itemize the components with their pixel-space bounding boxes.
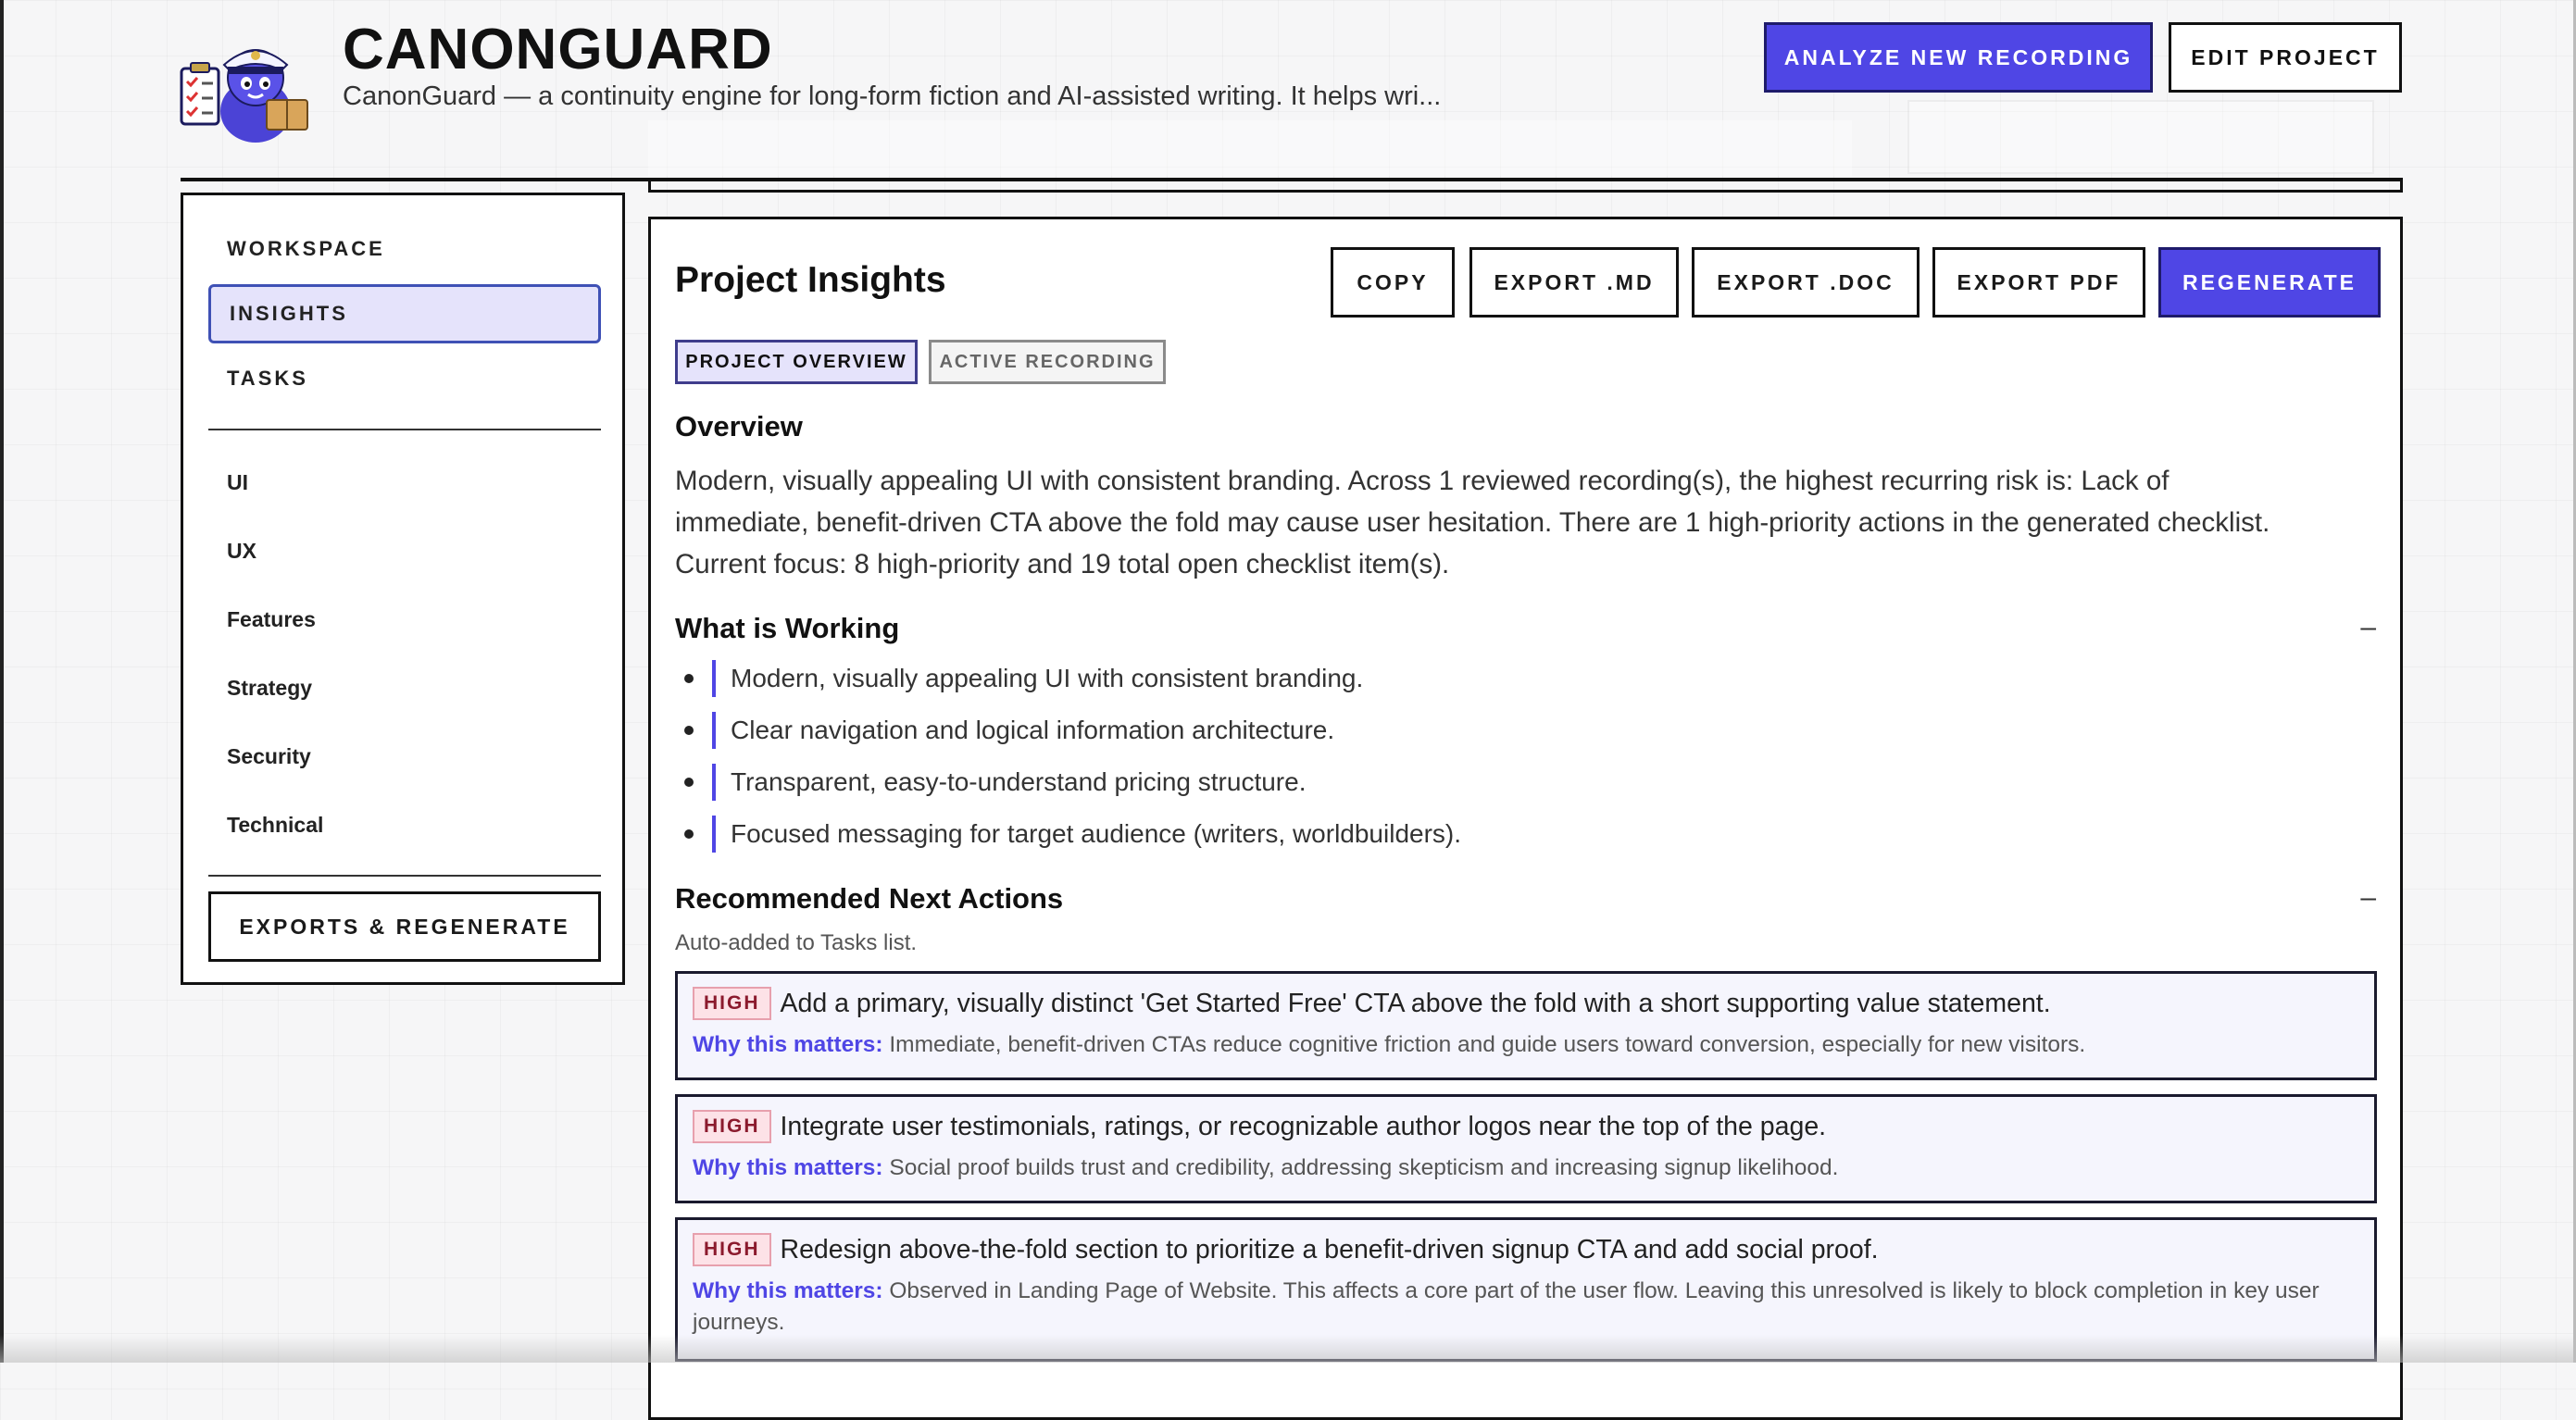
sidebar-item-ux[interactable]: UX [208,521,601,580]
bullet-icon [684,674,694,683]
list-item: Transparent, easy-to-understand pricing … [675,756,1461,808]
bottom-shadow [0,1335,2576,1363]
accent-bar [712,660,716,697]
analyze-new-recording-button[interactable]: ANALYZE NEW RECORDING [1764,22,2153,93]
action-card: HIGH Integrate user testimonials, ratings… [675,1094,2377,1203]
auto-added-note: Auto-added to Tasks list. [675,930,918,955]
list-item: Focused messaging for target audience (w… [675,808,1461,860]
list-item: Modern, visually appealing UI with consi… [675,653,1461,704]
background-search-field [648,120,1852,176]
accent-bar [712,816,716,853]
export-md-button[interactable]: EXPORT .MD [1469,247,1679,318]
sidebar-item-insights[interactable]: INSIGHTS [208,284,601,343]
action-card: HIGH Add a primary, visually distinct 'Ge… [675,971,2377,1080]
priority-badge: HIGH [693,1233,771,1266]
insights-panel: Project Insights COPY EXPORT .MD EXPORT … [648,217,2403,1420]
header-divider-tab [648,180,2403,193]
working-item-text: Transparent, easy-to-understand pricing … [731,767,1307,796]
why-text: Immediate, benefit-driven CTAs reduce co… [889,1032,2086,1057]
why-text: Observed in Landing Page of Website. Thi… [693,1278,2320,1335]
why-label: Why this matters: [693,1278,883,1303]
list-item: Clear navigation and logical information… [675,704,1461,756]
action-text: Add a primary, visually distinct 'Get St… [780,988,2051,1018]
accent-bar [712,764,716,801]
app-title: CANONGUARD [343,18,773,81]
accent-bar [712,712,716,749]
working-list: Modern, visually appealing UI with consi… [675,653,1461,860]
action-text: Integrate user testimonials, ratings, or… [780,1111,1827,1141]
tab-active-recording[interactable]: ACTIVE RECORDING [929,340,1166,384]
exports-regenerate-button[interactable]: EXPORTS & REGENERATE [208,891,601,962]
collapse-actions-button[interactable]: – [2360,882,2376,914]
working-item-text: Clear navigation and logical information… [731,716,1335,744]
why-label: Why this matters: [693,1032,883,1057]
what-is-working-heading: What is Working [675,612,900,644]
background-select-field [1907,100,2374,174]
copy-button[interactable]: COPY [1331,247,1455,318]
why-label: Why this matters: [693,1155,883,1180]
overview-heading: Overview [675,410,803,442]
regenerate-button[interactable]: REGENERATE [2158,247,2381,318]
working-item-text: Modern, visually appealing UI with consi… [731,664,1364,692]
priority-badge: HIGH [693,987,771,1020]
captain-robot-logo-icon [180,49,308,143]
export-pdf-button[interactable]: EXPORT PDF [1932,247,2145,318]
export-doc-button[interactable]: EXPORT .DOC [1692,247,1919,318]
bullet-icon [684,829,694,839]
sidebar-divider [208,429,601,430]
tab-project-overview[interactable]: PROJECT OVERVIEW [675,340,918,384]
sidebar-item-security[interactable]: Security [208,727,601,786]
action-text: Redesign above-the-fold section to prior… [780,1234,1879,1264]
why-text: Social proof builds trust and credibilit… [889,1155,1839,1180]
bullet-icon [684,778,694,787]
sidebar-item-workspace[interactable]: WORKSPACE [208,219,601,279]
sidebar-item-tasks[interactable]: TASKS [208,349,601,408]
sidebar-divider [208,875,601,877]
bullet-icon [684,726,694,735]
sidebar-item-ui[interactable]: UI [208,453,601,512]
recommended-actions-heading: Recommended Next Actions [675,882,1064,915]
working-item-text: Focused messaging for target audience (w… [731,819,1462,848]
collapse-working-button[interactable]: – [2360,612,2376,643]
overview-text: Modern, visually appealing UI with consi… [675,466,2270,579]
sidebar: WORKSPACE INSIGHTS TASKS UI UX Features … [181,193,625,985]
sidebar-item-strategy[interactable]: Strategy [208,658,601,717]
priority-badge: HIGH [693,1110,771,1143]
edit-project-button[interactable]: EDIT PROJECT [2169,22,2402,93]
panel-title: Project Insights [675,260,946,300]
app-subtitle: CanonGuard — a continuity engine for lon… [343,81,1442,111]
sidebar-item-features[interactable]: Features [208,590,601,649]
sidebar-item-technical[interactable]: Technical [208,795,601,854]
window-left-edge [0,0,4,1363]
